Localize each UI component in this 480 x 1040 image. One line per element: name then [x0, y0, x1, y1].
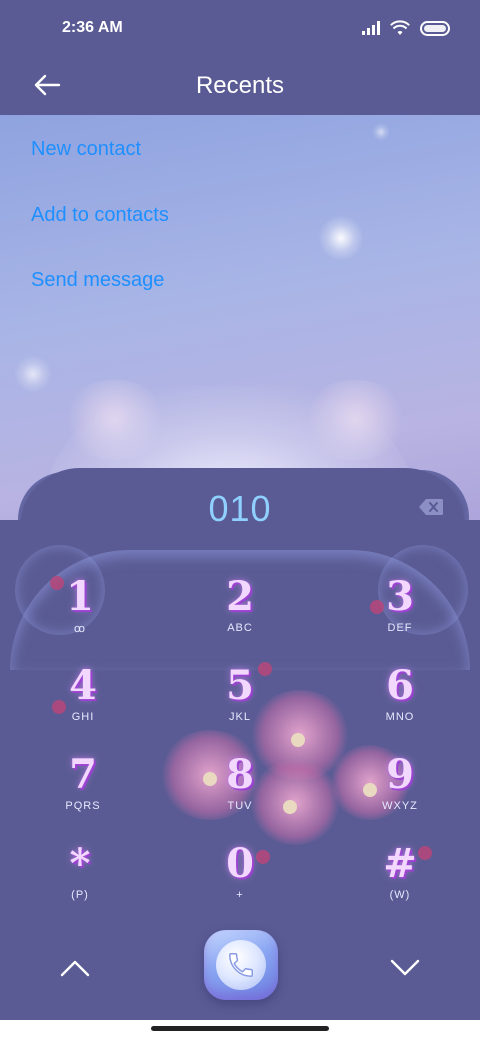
- light-orb: [318, 215, 364, 261]
- chevron-down-icon: [390, 959, 420, 976]
- light-orb: [372, 123, 390, 141]
- key-digit: *: [69, 840, 91, 887]
- call-button[interactable]: [204, 930, 278, 1000]
- home-indicator[interactable]: [151, 1026, 329, 1031]
- add-to-contacts-link[interactable]: Add to contacts: [31, 204, 169, 227]
- scroll-down-button[interactable]: [385, 950, 425, 986]
- back-button[interactable]: [30, 68, 64, 102]
- light-orb: [14, 355, 52, 393]
- dial-key-8[interactable]: 8 TUV: [185, 752, 295, 832]
- dial-key-5[interactable]: 5 JKL: [185, 663, 295, 743]
- backspace-button[interactable]: [418, 498, 444, 516]
- key-letters: WXYZ: [382, 800, 418, 812]
- arrow-left-icon: [34, 74, 61, 96]
- key-letters: +: [236, 889, 244, 901]
- scroll-up-button[interactable]: [55, 950, 95, 986]
- dial-key-6[interactable]: 6 MNO: [345, 663, 455, 743]
- key-letters: GHI: [71, 711, 95, 723]
- key-digit: 1: [66, 573, 94, 620]
- key-digit: 8: [226, 751, 254, 798]
- dialed-number: 010: [208, 488, 272, 529]
- key-letters: MNO: [385, 711, 415, 723]
- dial-key-7[interactable]: 7 PQRS: [28, 752, 138, 832]
- chevron-up-icon: [60, 960, 90, 977]
- key-digit: 7: [69, 751, 97, 798]
- dial-key-1[interactable]: 1 ꝏ: [25, 574, 135, 654]
- key-digit: 2: [226, 573, 254, 620]
- key-letters: ABC: [227, 622, 253, 634]
- key-digit: 3: [386, 573, 414, 620]
- key-letters: (P): [71, 889, 89, 901]
- dial-key-2[interactable]: 2 ABC: [185, 574, 295, 654]
- dial-key-hash[interactable]: # (W): [345, 841, 455, 921]
- voicemail-icon: ꝏ: [73, 623, 87, 635]
- send-message-link[interactable]: Send message: [31, 269, 164, 292]
- page-title: Recents: [195, 71, 285, 99]
- new-contact-link[interactable]: New contact: [31, 138, 141, 161]
- key-digit: 6: [386, 662, 414, 709]
- key-digit: 9: [386, 751, 414, 798]
- app-header: Recents: [0, 56, 480, 115]
- key-digit: 4: [69, 662, 97, 709]
- key-letters: JKL: [229, 711, 251, 723]
- phone-icon: [228, 953, 253, 978]
- status-time: 2:36 AM: [62, 19, 123, 36]
- wifi-icon: [390, 20, 410, 35]
- signal-icon: [362, 21, 380, 35]
- dial-key-9[interactable]: 9 WXYZ: [345, 752, 455, 832]
- dial-key-star[interactable]: * (P): [25, 841, 135, 921]
- key-letters: (W): [389, 889, 411, 901]
- dial-key-4[interactable]: 4 GHI: [28, 663, 138, 743]
- dial-key-0[interactable]: 0 +: [185, 841, 295, 921]
- key-digit: #: [383, 840, 417, 887]
- backspace-icon: [419, 499, 443, 515]
- key-letters: TUV: [227, 800, 253, 812]
- key-digit: 5: [226, 662, 254, 709]
- status-icons: [362, 20, 450, 36]
- battery-icon: [420, 20, 450, 36]
- status-bar: 2:36 AM: [0, 0, 480, 56]
- key-letters: PQRS: [65, 800, 101, 812]
- dial-key-3[interactable]: 3 DEF: [345, 574, 455, 654]
- key-letters: DEF: [387, 622, 413, 634]
- key-digit: 0: [226, 840, 254, 887]
- call-button-face: [216, 940, 266, 990]
